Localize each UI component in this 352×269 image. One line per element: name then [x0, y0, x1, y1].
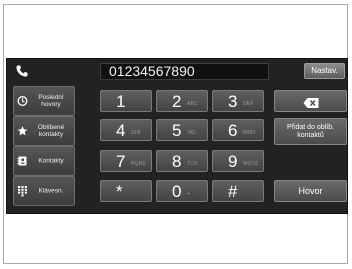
keypad-key-0[interactable]: 0 + [156, 180, 208, 202]
keypad-icon [17, 186, 28, 197]
sidebar-item-label: Klávesn. [38, 187, 64, 195]
key-letters: GHI [131, 130, 141, 136]
key-digit: 0 [172, 182, 182, 201]
key-digit: 1 [116, 92, 126, 111]
backspace-icon [303, 96, 319, 108]
keypad-key-3[interactable]: 3 DEF [212, 90, 264, 112]
clock-icon [17, 96, 28, 107]
add-to-favorites-button[interactable]: Přidat do oblíb. kontaktů [274, 118, 347, 145]
key-letters: ABC [187, 101, 198, 107]
sidebar-item-favorite-contacts[interactable]: Oblíbené kontakty [13, 116, 75, 146]
keypad-key-8[interactable]: 8 TUV [156, 150, 208, 172]
keypad-key-6[interactable]: 6 MNO [212, 119, 264, 141]
sidebar-item-contacts[interactable]: Kontakty [13, 146, 75, 176]
contacts-book-icon [17, 156, 28, 167]
key-digit: 9 [228, 152, 238, 171]
backspace-button[interactable] [274, 90, 347, 112]
settings-button[interactable]: Nastav. [304, 63, 345, 79]
key-digit: 5 [172, 121, 182, 140]
keypad-key-4[interactable]: 4 GHI [100, 119, 152, 141]
key-digit: 2 [172, 92, 182, 111]
star-icon [17, 126, 28, 137]
sidebar-item-recent-calls[interactable]: Poslední hovory [13, 86, 75, 116]
sidebar-item-label: Kontakty [38, 157, 64, 165]
sidebar-item-keypad[interactable]: Klávesn. [13, 176, 75, 206]
key-digit: 7 [116, 152, 126, 171]
key-letters: MNO [243, 130, 256, 136]
key-digit: * [116, 182, 123, 201]
phone-dialer-screen: 01234567890 Nastav. Poslední hovory Oblí… [6, 58, 348, 214]
keypad-key-9[interactable]: 9 WXYZ [212, 150, 264, 172]
key-letters: PQRS [131, 161, 146, 167]
keypad-key-1[interactable]: 1 [100, 90, 152, 112]
keypad-key-star[interactable]: * [100, 180, 152, 202]
call-button[interactable]: Hovor [274, 180, 347, 202]
key-letters: WXYZ [243, 161, 259, 167]
keypad-key-7[interactable]: 7 PQRS [100, 150, 152, 172]
key-letters: DEF [243, 101, 254, 107]
keypad-key-2[interactable]: 2 ABC [156, 90, 208, 112]
key-letters: TUV [187, 161, 198, 167]
sidebar-item-label: Oblíbené kontakty [37, 124, 65, 138]
keypad-key-5[interactable]: 5 JKL [156, 119, 208, 141]
key-digit: 6 [228, 121, 238, 140]
key-digit: 8 [172, 152, 182, 171]
keypad-key-hash[interactable]: # [212, 180, 264, 202]
sidebar-item-label: Poslední hovory [38, 94, 64, 108]
key-letters: + [187, 191, 191, 197]
key-digit: # [228, 182, 238, 201]
key-letters: JKL [187, 130, 197, 136]
phone-number-display: 01234567890 [100, 63, 269, 80]
phone-icon [15, 63, 29, 77]
key-digit: 4 [116, 121, 126, 140]
key-digit: 3 [228, 92, 238, 111]
